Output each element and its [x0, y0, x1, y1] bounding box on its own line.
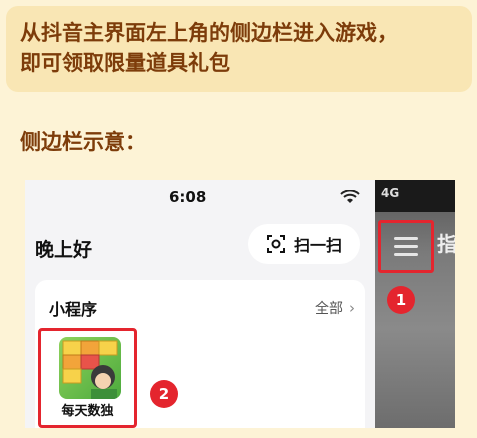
- wifi-icon: [340, 190, 360, 203]
- scan-label: 扫一扫: [293, 236, 342, 255]
- network-status: 4G: [381, 186, 400, 200]
- step-badge-1: 1: [387, 286, 415, 314]
- chevron-right-icon: ›: [349, 299, 355, 317]
- status-time: 6:08: [169, 188, 207, 206]
- menu-icon: [394, 237, 418, 256]
- sidebar-menu-button[interactable]: [378, 220, 434, 273]
- instruction-banner: 从抖音主界面左上角的侧边栏进入游戏， 即可领取限量道具礼包: [6, 6, 472, 92]
- scan-button[interactable]: 扫一扫: [248, 224, 360, 264]
- instruction-line-2: 即可领取限量道具礼包: [20, 51, 230, 75]
- step-badge-2: 2: [150, 380, 178, 408]
- mini-program-item-sudoku[interactable]: 每天数独: [38, 328, 137, 428]
- mini-program-title: 小程序: [49, 300, 98, 319]
- scan-icon: [266, 235, 285, 253]
- section-title: 侧边栏示意：: [20, 130, 146, 154]
- phone-screen: 6:08 晚上好 扫一扫 小程序 全部 › 每天数独: [25, 180, 375, 428]
- greeting-text: 晚上好: [35, 239, 93, 261]
- view-all-link[interactable]: 全部 ›: [315, 298, 355, 318]
- sidebar-screenshot: 6:08 晚上好 扫一扫 小程序 全部 › 每天数独 4G 指 1 2: [25, 180, 455, 428]
- partial-text: 指: [437, 232, 455, 256]
- sudoku-app-label: 每天数独: [61, 404, 114, 419]
- dark-status-bar: 4G: [375, 180, 455, 212]
- instruction-line-1: 从抖音主界面左上角的侧边栏进入游戏，: [20, 21, 398, 45]
- sudoku-app-icon: [59, 337, 121, 399]
- view-all-label: 全部: [315, 301, 343, 317]
